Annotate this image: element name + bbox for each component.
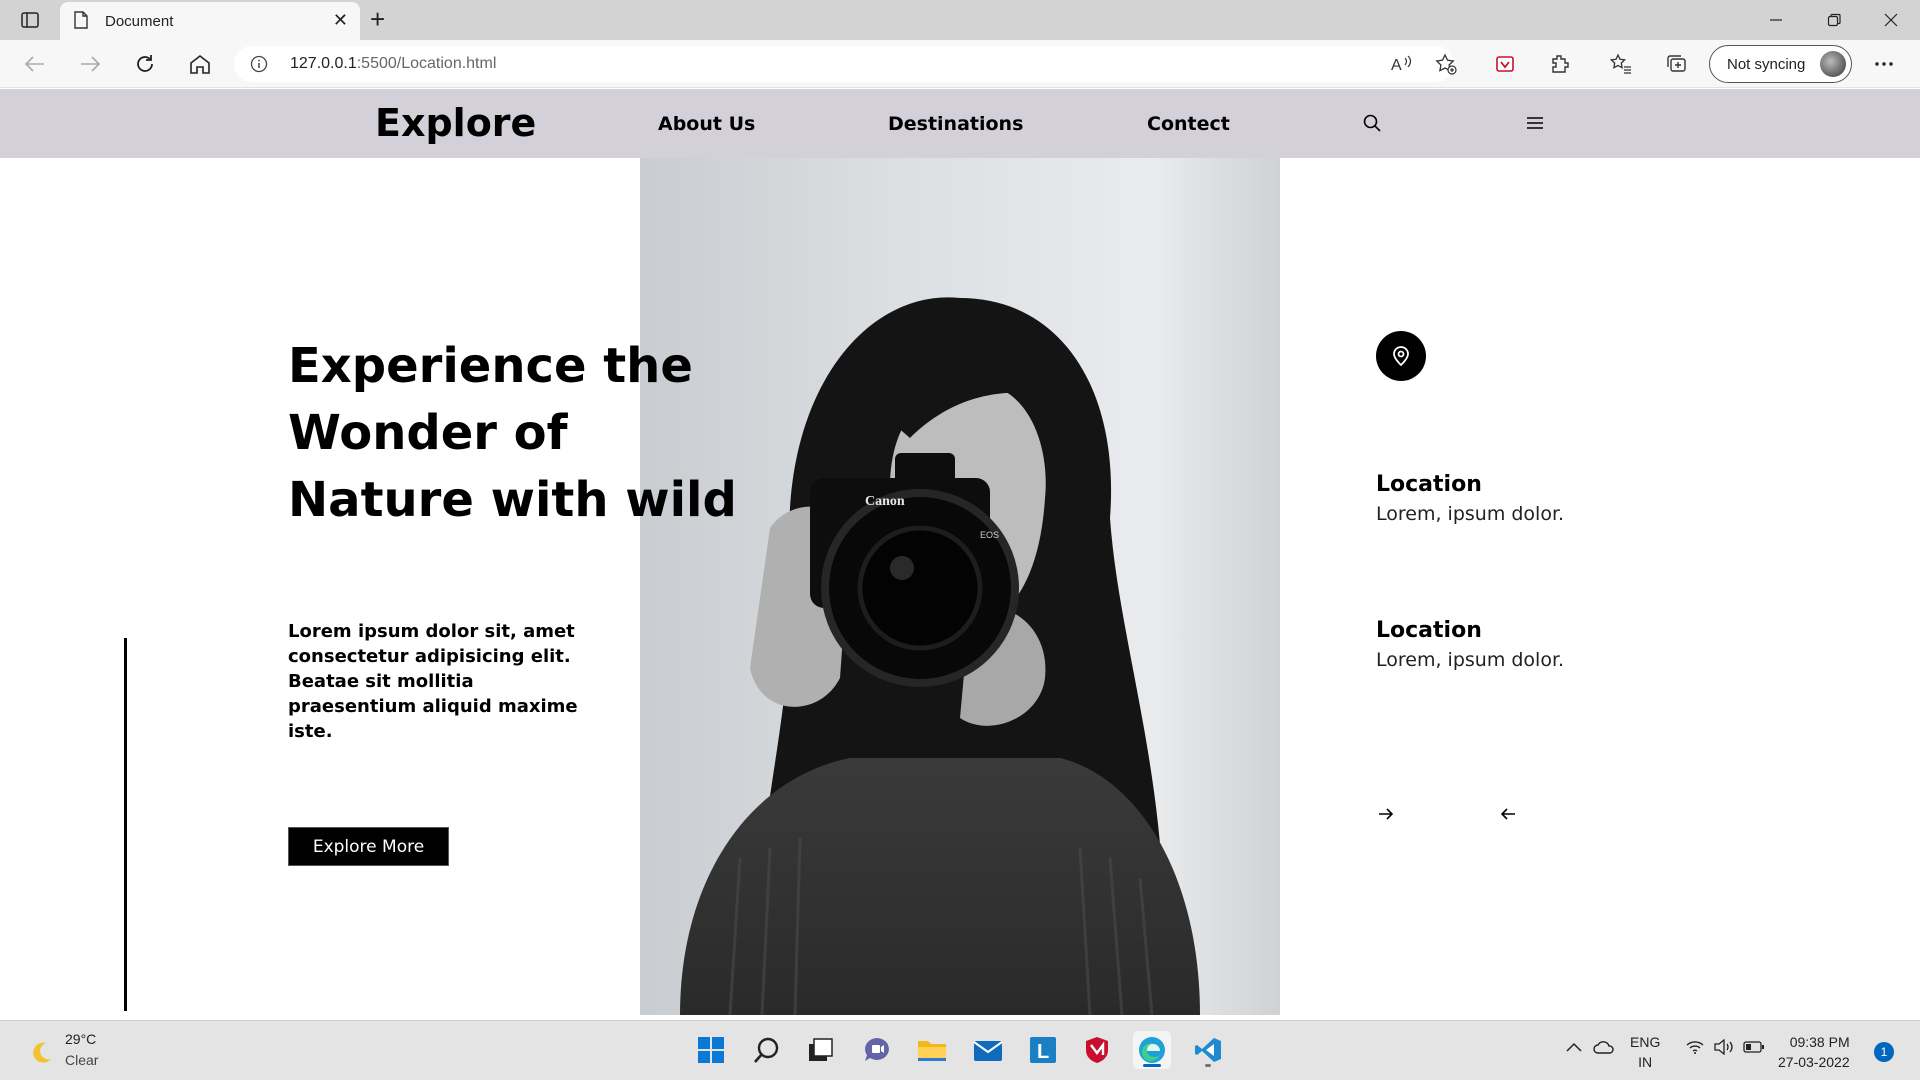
read-aloud-icon[interactable]: A <box>1388 50 1416 78</box>
extensions-icon[interactable] <box>1546 50 1574 78</box>
site-logo[interactable]: Explore <box>375 101 536 145</box>
moon-weather-icon[interactable] <box>28 1039 54 1070</box>
more-menu-icon[interactable] <box>1870 50 1898 78</box>
document-icon <box>74 11 88 34</box>
location-2-title: Location <box>1376 618 1482 643</box>
add-favorite-icon[interactable] <box>1432 50 1460 78</box>
new-tab-button[interactable]: + <box>370 6 385 32</box>
hero-description: Lorem ipsum dolor sit, amet consectetur … <box>288 621 578 742</box>
weather-temperature[interactable]: 29°C <box>65 1031 96 1047</box>
running-app-indicator <box>1205 1064 1211 1067</box>
volume-icon[interactable] <box>1712 1035 1736 1059</box>
hero-heading-line-3: Nature with wild <box>288 472 737 528</box>
browser-tab-strip: Document ✕ + <box>0 0 1920 40</box>
file-explorer-icon[interactable] <box>913 1031 951 1069</box>
language-indicator[interactable]: ENG IN <box>1630 1032 1660 1072</box>
wifi-icon[interactable] <box>1683 1035 1707 1059</box>
hero-photo: Canon EOS <box>640 158 1280 1015</box>
collections-icon[interactable] <box>1662 50 1690 78</box>
clock-date: 27-03-2022 <box>1778 1054 1850 1070</box>
notification-badge[interactable]: 1 <box>1874 1042 1894 1062</box>
start-windows-icon[interactable] <box>692 1031 730 1069</box>
nav-link-contect[interactable]: Contect <box>1147 113 1230 135</box>
url-text: 127.0.0.1:5500/Location.html <box>290 55 497 72</box>
tab-title: Document <box>105 13 174 30</box>
taskbar-search-icon[interactable] <box>748 1031 786 1069</box>
minimize-window-icon[interactable] <box>1764 8 1788 32</box>
tab-actions-icon[interactable] <box>18 8 42 32</box>
close-window-icon[interactable] <box>1879 8 1903 32</box>
weather-condition[interactable]: Clear <box>65 1052 98 1068</box>
task-view-icon[interactable] <box>802 1031 840 1069</box>
hamburger-menu-icon[interactable] <box>1523 111 1547 135</box>
windows-taskbar: 29°C Clear L ENG IN 09:38 PM 27-03-2022 … <box>0 1020 1920 1080</box>
decorative-vertical-line <box>124 638 127 1011</box>
profile-avatar <box>1820 51 1846 77</box>
mcafee-extension-icon[interactable] <box>1491 50 1519 78</box>
refresh-icon[interactable] <box>131 50 159 78</box>
clock-time: 09:38 PM <box>1789 1034 1850 1050</box>
hero-heading-line-2: Wonder of <box>288 405 568 461</box>
nav-link-about-us[interactable]: About Us <box>658 113 755 135</box>
location-1-subtitle: Lorem, ipsum dolor. <box>1376 503 1565 525</box>
explore-more-button[interactable]: Explore More <box>288 827 449 866</box>
location-1-title: Location <box>1376 472 1482 497</box>
onedrive-cloud-icon[interactable] <box>1592 1035 1616 1059</box>
camera-brand-label: Canon <box>865 494 905 509</box>
l-app-icon[interactable]: L <box>1024 1031 1062 1069</box>
region-code: IN <box>1638 1054 1653 1070</box>
language-code: ENG <box>1630 1034 1661 1050</box>
address-bar[interactable]: 127.0.0.1:5500/Location.html A <box>234 46 1457 82</box>
restore-window-icon[interactable] <box>1822 8 1846 32</box>
svg-text:A: A <box>1391 57 1402 73</box>
show-hidden-icons-chevron-icon[interactable] <box>1562 1035 1586 1059</box>
browser-toolbar: 127.0.0.1:5500/Location.html A Not synci… <box>0 40 1920 88</box>
sync-label: Not syncing <box>1727 56 1806 73</box>
search-icon[interactable] <box>1360 111 1384 135</box>
mcafee-icon[interactable] <box>1078 1031 1116 1069</box>
system-clock[interactable]: 09:38 PM 27-03-2022 <box>1778 1032 1850 1072</box>
site-info-icon[interactable] <box>250 55 268 78</box>
svg-text:L: L <box>1037 1041 1049 1063</box>
site-navbar: Explore About Us Destinations Contect <box>0 89 1920 158</box>
battery-icon[interactable] <box>1742 1035 1766 1059</box>
hero-heading: Experience the Wonder of Nature with wil… <box>288 333 737 534</box>
hero-heading-line-1: Experience the <box>288 338 693 394</box>
home-icon[interactable] <box>186 50 214 78</box>
profile-sync-button[interactable]: Not syncing <box>1709 45 1852 83</box>
forward-icon[interactable] <box>76 50 104 78</box>
nav-link-destinations[interactable]: Destinations <box>888 113 1023 135</box>
active-app-indicator <box>1143 1064 1161 1067</box>
favorites-icon[interactable] <box>1607 50 1635 78</box>
browser-tab[interactable]: Document ✕ <box>60 2 360 40</box>
back-icon[interactable] <box>21 50 49 78</box>
teams-chat-icon[interactable] <box>858 1031 896 1069</box>
camera-model-label: EOS <box>980 530 999 540</box>
arrow-right-icon[interactable] <box>1376 804 1396 824</box>
arrow-left-icon[interactable] <box>1498 804 1518 824</box>
vscode-icon[interactable] <box>1189 1031 1227 1069</box>
edge-browser-icon[interactable] <box>1133 1031 1171 1069</box>
location-2-subtitle: Lorem, ipsum dolor. <box>1376 649 1565 671</box>
close-tab-icon[interactable]: ✕ <box>333 11 348 29</box>
location-pin-icon[interactable] <box>1376 331 1426 381</box>
mail-icon[interactable] <box>969 1031 1007 1069</box>
